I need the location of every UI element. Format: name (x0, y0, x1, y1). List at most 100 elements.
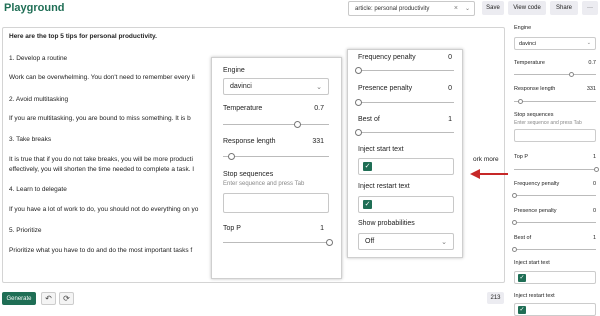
engine-value: davinci (230, 83, 252, 90)
stop-sequences-input[interactable] (223, 193, 329, 213)
regenerate-icon[interactable]: ⟳ (59, 292, 74, 305)
response-length-label: Response length (514, 86, 556, 92)
inject-restart-label: Inject restart text (358, 183, 410, 190)
engine-value: davinci (519, 40, 537, 47)
chevron-down-icon[interactable]: ⌄ (465, 5, 470, 12)
editor-line: 1. Develop a routine (9, 55, 68, 62)
best-of-label: Best of (514, 235, 532, 241)
engine-label: Engine (223, 67, 245, 74)
top-bar: Playground article: personal productivit… (0, 0, 600, 20)
response-length-label: Response length (223, 138, 276, 145)
stop-sequences-hint: Enter sequence and press Tab (514, 120, 582, 126)
best-of-label: Best of (358, 116, 380, 123)
checkbox[interactable]: ✓ (363, 200, 372, 209)
editor-line: 5. Prioritize (9, 227, 42, 234)
frequency-penalty-slider[interactable] (354, 67, 454, 74)
slider-thumb[interactable] (325, 239, 333, 246)
temperature-slider[interactable] (223, 121, 329, 128)
zoom-panel-advanced: Frequency penalty 0 Presence penalty 0 B… (347, 49, 463, 258)
editor-line: Work can be overwhelming. You don't need… (9, 74, 195, 81)
slider-thumb[interactable] (227, 153, 235, 160)
more-button[interactable]: ··· (582, 1, 598, 15)
top-p-slider[interactable] (514, 167, 599, 172)
presence-penalty-slider[interactable] (511, 220, 596, 225)
inject-restart-label: Inject restart text (514, 293, 555, 299)
presence-penalty-label: Presence penalty (514, 208, 557, 214)
checkbox[interactable]: ✓ (518, 306, 526, 314)
slider-thumb[interactable] (593, 167, 599, 172)
red-arrow-icon (470, 169, 508, 179)
slider-thumb[interactable] (293, 121, 301, 128)
slider-thumb[interactable] (354, 129, 362, 136)
slider-thumb[interactable] (511, 193, 517, 198)
checkbox[interactable]: ✓ (363, 162, 372, 171)
inject-start-label: Inject start text (514, 260, 550, 266)
slider-thumb[interactable] (568, 72, 574, 77)
slider-thumb[interactable] (354, 67, 362, 74)
response-length-slider[interactable] (223, 153, 329, 160)
show-probabilities-select[interactable]: Off ⌄ (358, 233, 454, 250)
share-button[interactable]: Share (550, 1, 578, 15)
temperature-slider[interactable] (514, 72, 596, 77)
editor-line: Prioritize what you have to do and do th… (9, 247, 193, 254)
presence-penalty-slider[interactable] (354, 99, 454, 106)
frequency-penalty-label: Frequency penalty (514, 181, 560, 187)
view-code-button[interactable]: View code (508, 1, 546, 15)
frequency-penalty-value: 0 (448, 54, 452, 61)
best-of-value: 1 (592, 235, 596, 241)
slider-thumb[interactable] (511, 220, 517, 225)
checkbox[interactable]: ✓ (518, 274, 526, 282)
best-of-value: 1 (448, 116, 452, 123)
response-length-slider[interactable] (514, 99, 596, 104)
temperature-value: 0.7 (314, 105, 324, 112)
settings-sidebar: Engine davinci ⌄ Temperature 0.7 Respons… (511, 20, 600, 316)
chevron-down-icon: ⌄ (441, 239, 447, 246)
inject-restart-field[interactable]: ✓ (514, 303, 596, 316)
preset-select[interactable]: article: personal productivity × ⌄ (348, 1, 475, 16)
stop-sequences-hint: Enter sequence and press Tab (223, 181, 305, 187)
editor-line: 3. Take breaks (9, 136, 52, 143)
engine-select[interactable]: davinci ⌄ (514, 37, 596, 50)
top-p-label: Top P (223, 225, 241, 232)
top-p-slider[interactable] (223, 239, 333, 246)
generate-button[interactable]: Generate (2, 292, 36, 305)
undo-icon[interactable]: ↶ (41, 292, 56, 305)
preset-value: article: personal productivity (355, 5, 430, 12)
save-button[interactable]: Save (482, 1, 504, 15)
best-of-slider[interactable] (354, 129, 454, 136)
clear-icon[interactable]: × (454, 5, 458, 12)
slider-thumb[interactable] (518, 99, 524, 104)
token-count: 213 (487, 292, 504, 304)
presence-penalty-value: 0 (592, 208, 596, 214)
inject-start-field[interactable]: ✓ (514, 271, 596, 284)
best-of-slider[interactable] (511, 247, 596, 252)
temperature-label: Temperature (223, 105, 263, 112)
frequency-penalty-label: Frequency penalty (358, 54, 416, 61)
editor-line: Here are the top 5 tips for personal pro… (9, 33, 157, 40)
show-probabilities-value: Off (365, 238, 375, 245)
frequency-penalty-slider[interactable] (511, 193, 596, 198)
response-length-value: 331 (586, 86, 596, 92)
inject-start-field[interactable]: ✓ (358, 158, 454, 175)
editor-line-overflow: ork more (473, 156, 499, 163)
show-probabilities-label: Show probabilities (358, 220, 415, 227)
presence-penalty-label: Presence penalty (358, 85, 413, 92)
temperature-label: Temperature (514, 60, 545, 66)
editor-line: effectively, you will shorten the time n… (9, 166, 195, 173)
presence-penalty-value: 0 (448, 85, 452, 92)
zoom-panel-parameters: Engine davinci ⌄ Temperature 0.7 Respons… (211, 57, 342, 279)
inject-restart-field[interactable]: ✓ (358, 196, 454, 213)
page-title: Playground (4, 2, 65, 14)
slider-thumb[interactable] (354, 99, 362, 106)
stop-sequences-label: Stop sequences (514, 112, 554, 118)
frequency-penalty-value: 0 (592, 181, 596, 187)
engine-select[interactable]: davinci ⌄ (223, 78, 329, 95)
editor-line: If you are multitasking, you are bound t… (9, 115, 191, 122)
stop-sequences-input[interactable] (514, 129, 596, 142)
top-p-value: 1 (320, 225, 324, 232)
inject-start-label: Inject start text (358, 146, 404, 153)
slider-thumb[interactable] (511, 247, 517, 252)
temperature-value: 0.7 (588, 60, 596, 66)
stop-sequences-label: Stop sequences (223, 171, 274, 178)
engine-label: Engine (514, 25, 532, 31)
